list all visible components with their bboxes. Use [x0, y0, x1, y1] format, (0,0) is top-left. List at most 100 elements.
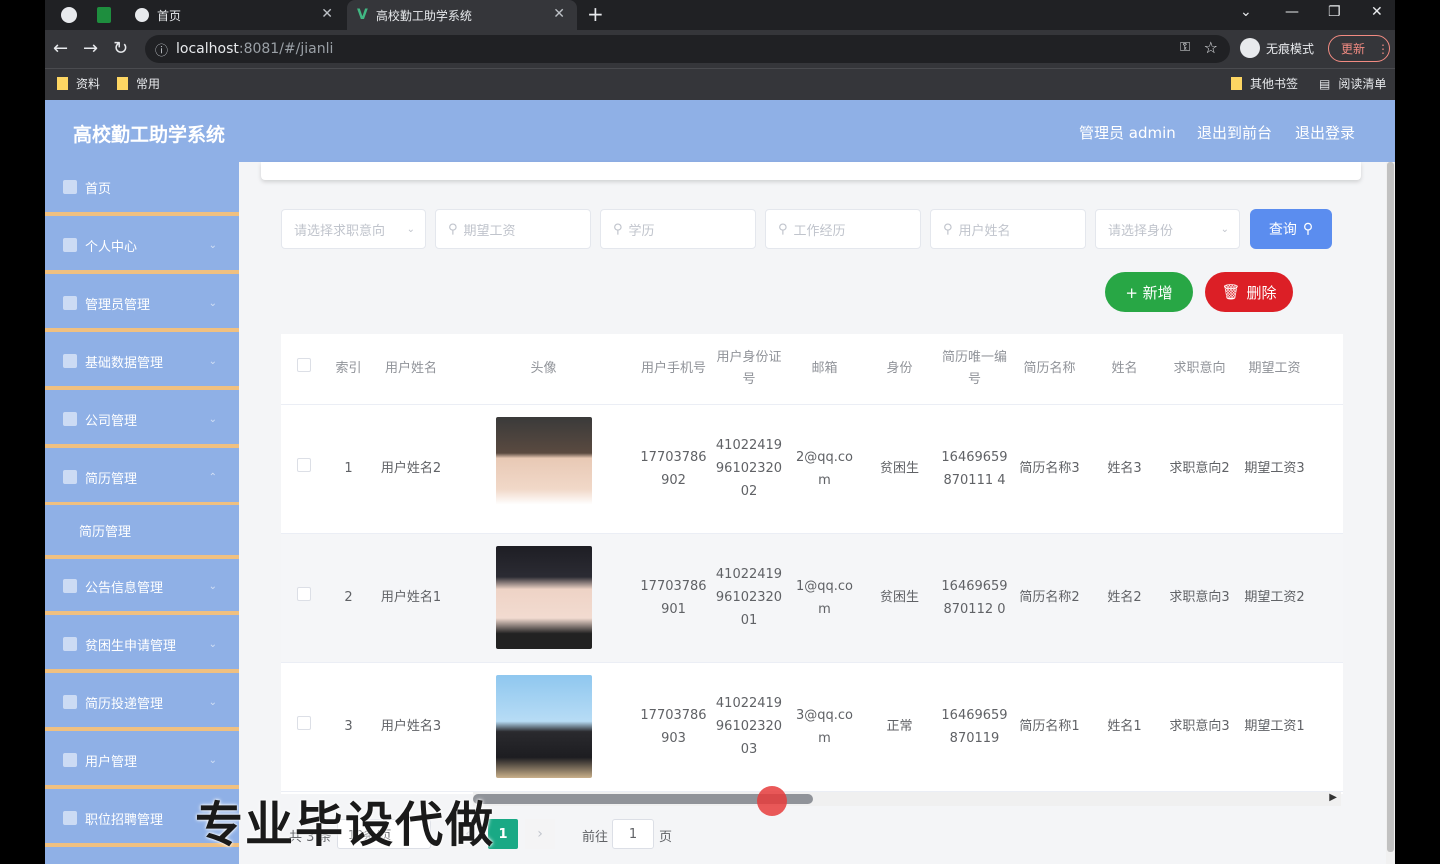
- search-button[interactable]: 查询 ⚲: [1250, 209, 1332, 249]
- column-header-overflow: [1312, 334, 1343, 405]
- column-header[interactable]: 求职意向: [1162, 334, 1237, 405]
- column-header[interactable]: 用户身份证号: [711, 334, 787, 405]
- identity-select[interactable]: 请选择身份 ⌄: [1095, 209, 1240, 249]
- column-header[interactable]: 简历唯一编号: [937, 334, 1012, 405]
- add-button[interactable]: + 新增: [1105, 272, 1193, 312]
- cell-salary: 期望工资1: [1237, 662, 1312, 792]
- delete-button[interactable]: 🗑 删除: [1205, 272, 1293, 312]
- chevron-up-icon: ⌃: [208, 471, 217, 483]
- restore-icon[interactable]: ❐: [1328, 4, 1341, 20]
- exit-front-link[interactable]: 退出到前台: [1197, 122, 1272, 143]
- sidebar-item-admin[interactable]: 管理员管理 ⌄: [45, 278, 239, 332]
- bookmark-folder[interactable]: 资料: [57, 75, 100, 92]
- sidebar-item-company[interactable]: 公司管理 ⌄: [45, 394, 239, 448]
- sidebar-item-poverty[interactable]: 贫困生申请管理 ⌄: [45, 619, 239, 673]
- admin-link[interactable]: 管理员 admin: [1079, 122, 1176, 143]
- cell-avatar: [451, 533, 636, 663]
- chevron-down-icon: ⌄: [208, 580, 217, 592]
- salary-input[interactable]: ⚲ 期望工资: [435, 209, 591, 249]
- key-icon[interactable]: ⚿: [1180, 40, 1190, 55]
- close-icon[interactable]: ✕: [321, 6, 333, 22]
- watermark-text: 专业毕设代做: [195, 797, 496, 853]
- cell-email: 1@qq.com: [787, 533, 862, 663]
- chevron-down-icon: ⌄: [208, 754, 217, 766]
- avatar[interactable]: [495, 675, 592, 778]
- folder-icon: [57, 77, 68, 90]
- chevron-down-icon[interactable]: ⌄: [1240, 4, 1252, 20]
- reload-icon[interactable]: ↻: [113, 38, 128, 59]
- column-header[interactable]: 索引: [326, 334, 371, 405]
- select-all-cell: [281, 334, 326, 405]
- column-header[interactable]: 身份: [862, 334, 937, 405]
- other-bookmarks[interactable]: 其他书签: [1231, 75, 1298, 92]
- vertical-scrollbar[interactable]: [1386, 162, 1395, 864]
- sidebar-item-home[interactable]: 首页: [45, 162, 239, 216]
- new-tab-icon[interactable]: +: [587, 2, 604, 26]
- logout-link[interactable]: 退出登录: [1295, 122, 1355, 143]
- avatar[interactable]: [495, 546, 592, 649]
- chevron-down-icon: ⌄: [406, 223, 415, 235]
- cell-phone: 17703786902: [636, 404, 711, 534]
- window-close-icon[interactable]: ✕: [1371, 4, 1383, 20]
- close-icon[interactable]: ✕: [553, 6, 565, 22]
- education-input[interactable]: ⚲ 学历: [600, 209, 756, 249]
- table-row[interactable]: 1 用户姓名2 17703786902 410224199610232002 2…: [281, 404, 1343, 534]
- update-button[interactable]: 更新 ⋮: [1328, 35, 1390, 62]
- tab-app[interactable]: V 高校勤工助学系统 ✕: [347, 0, 577, 30]
- experience-input[interactable]: ⚲ 工作经历: [765, 209, 921, 249]
- column-header[interactable]: 简历名称: [1012, 334, 1087, 405]
- column-header[interactable]: 用户姓名: [371, 334, 451, 405]
- scrollbar-thumb[interactable]: [1387, 162, 1394, 852]
- column-header[interactable]: 姓名: [1087, 334, 1162, 405]
- cell-intent: 求职意向3: [1162, 662, 1237, 792]
- sidebar-item-resume[interactable]: 简历管理 ⌃: [45, 452, 239, 506]
- url-input[interactable]: ⓘ localhost :8081/#/jianli ⚿ ☆: [145, 35, 1230, 63]
- forward-icon[interactable]: →: [83, 38, 98, 59]
- avatar[interactable]: [495, 417, 592, 520]
- sidebar-item-users[interactable]: 用户管理 ⌄: [45, 735, 239, 789]
- data-table: 索引 用户姓名 头像 用户手机号 用户身份证号 邮箱 身份 简历唯一编号 简历名…: [281, 334, 1343, 794]
- table-row[interactable]: 2 用户姓名1 17703786901 410224199610232001 1…: [281, 533, 1343, 663]
- cell-idcard: 410224199610232001: [711, 533, 787, 663]
- column-header[interactable]: 期望工资: [1237, 334, 1312, 405]
- user-icon: [63, 753, 77, 767]
- incognito-badge[interactable]: 无痕模式: [1240, 38, 1314, 58]
- goto-unit: 页: [659, 830, 673, 845]
- user-icon: [63, 238, 77, 252]
- cell-avatar: [451, 662, 636, 792]
- username-input[interactable]: ⚲ 用户姓名: [930, 209, 1086, 249]
- sidebar-item-notice[interactable]: 公告信息管理 ⌄: [45, 561, 239, 615]
- cell-idcard: 410224199610232002: [711, 404, 787, 534]
- list-icon: [63, 579, 77, 593]
- row-checkbox[interactable]: [296, 716, 311, 730]
- pinned-tab-icon[interactable]: [61, 7, 77, 23]
- reading-list[interactable]: ▤ 阅读清单: [1319, 75, 1386, 92]
- intent-select[interactable]: 请选择求职意向 ⌄: [281, 209, 426, 249]
- sidebar-subitem-resume[interactable]: 简历管理: [45, 505, 239, 559]
- table-header-row: 索引 用户姓名 头像 用户手机号 用户身份证号 邮箱 身份 简历唯一编号 简历名…: [281, 334, 1343, 405]
- back-icon[interactable]: ←: [53, 38, 68, 59]
- sidebar-item-delivery[interactable]: 简历投递管理 ⌄: [45, 677, 239, 731]
- sidebar-item-profile[interactable]: 个人中心 ⌄: [45, 220, 239, 274]
- row-checkbox[interactable]: [296, 458, 311, 472]
- tab-home[interactable]: 首页 ✕: [125, 0, 345, 30]
- select-all-checkbox[interactable]: [296, 357, 311, 372]
- star-icon[interactable]: ☆: [1204, 38, 1218, 57]
- column-header[interactable]: 头像: [451, 334, 636, 405]
- bookmark-folder[interactable]: 常用: [117, 75, 160, 92]
- column-header[interactable]: 用户手机号: [636, 334, 711, 405]
- column-header[interactable]: 邮箱: [787, 334, 862, 405]
- table-row[interactable]: 3 用户姓名3 17703786903 410224199610232003 3…: [281, 662, 1343, 792]
- cell-index: 2: [326, 533, 371, 663]
- scroll-right-icon[interactable]: ▶: [1329, 792, 1337, 803]
- minimize-icon[interactable]: —: [1285, 4, 1299, 20]
- next-page-button[interactable]: ›: [525, 819, 555, 849]
- horizontal-scrollbar[interactable]: ▶: [473, 792, 1341, 806]
- goto-page-input[interactable]: 1: [612, 819, 654, 849]
- sheet-tab-icon[interactable]: [97, 7, 111, 23]
- sidebar-item-base-data[interactable]: 基础数据管理 ⌄: [45, 336, 239, 390]
- row-checkbox[interactable]: [296, 587, 311, 601]
- cell-index: 1: [326, 404, 371, 534]
- update-label: 更新: [1341, 42, 1366, 56]
- cell-overflow: [1312, 404, 1343, 534]
